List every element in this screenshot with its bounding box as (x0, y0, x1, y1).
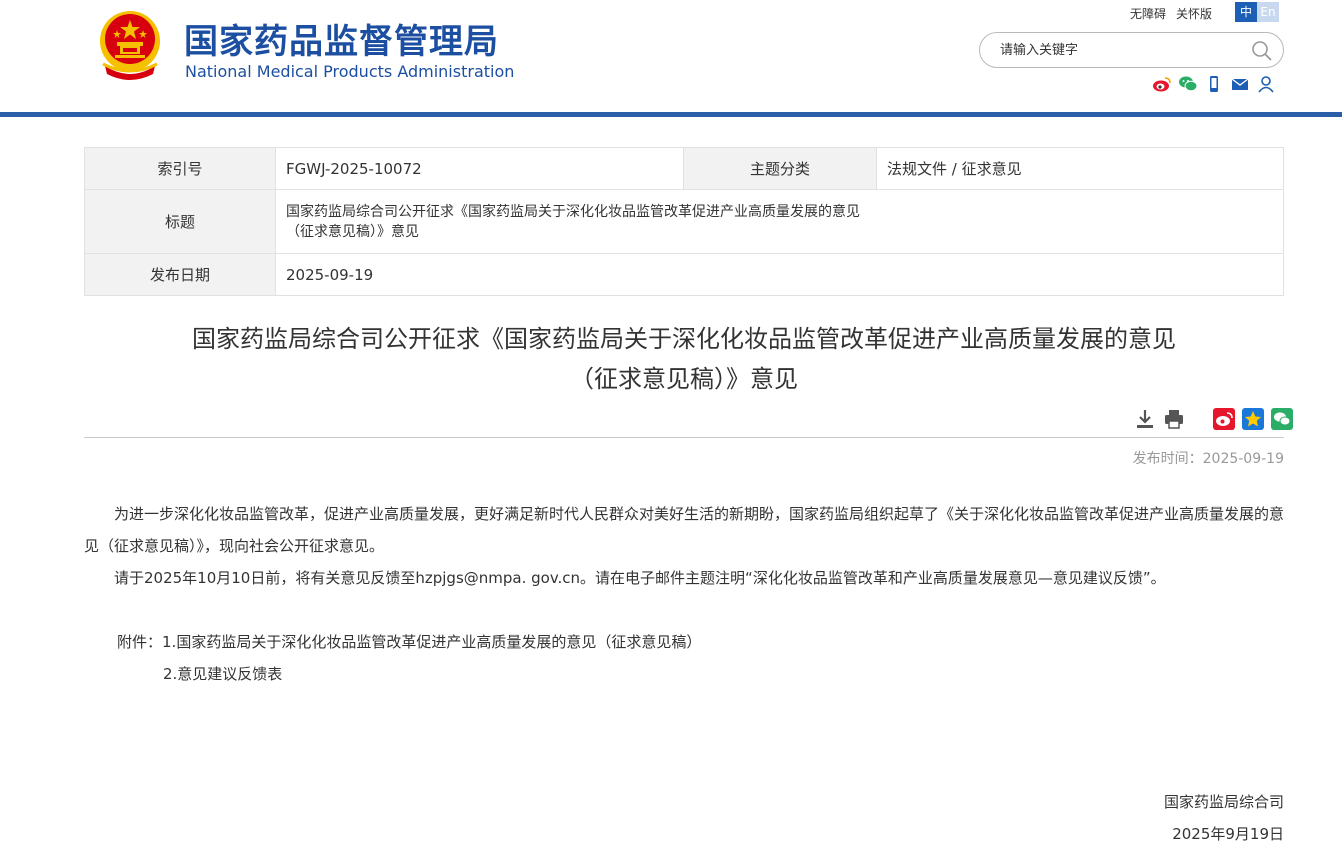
download-icon[interactable] (1134, 408, 1156, 430)
header-divider-bar (0, 112, 1342, 117)
site-header: 国家药品监督管理局 National Medical Products Admi… (0, 0, 1342, 113)
paragraph-2: 请于2025年10月10日前，将有关意见反馈至hzpjgs@nmpa. gov.… (114, 569, 1166, 587)
article-title: 国家药监局综合司公开征求《国家药监局关于深化化妆品监管改革促进产业高质量发展的意… (84, 319, 1284, 399)
title-value-line1: 国家药监局综合司公开征求《国家药监局关于深化化妆品监管改革促进产业高质量发展的意… (286, 203, 860, 220)
accessibility-link[interactable]: 无障碍 (1130, 7, 1166, 21)
signature-date: 2025年9月19日 (1172, 825, 1284, 843)
lang-zh-button[interactable]: 中 (1235, 2, 1257, 22)
publish-time: 发布时间：2025-09-19 (1132, 451, 1284, 467)
lang-en-button[interactable]: En (1257, 2, 1279, 22)
signature: 国家药监局综合司 2025年9月19日 (1164, 786, 1284, 850)
article-tools (1134, 408, 1293, 430)
title-label: 标题 (84, 189, 276, 254)
article-title-line2: （征求意见稿）》意见 (570, 365, 798, 393)
search-input[interactable] (1000, 40, 1240, 60)
weibo-icon[interactable] (1152, 75, 1172, 93)
search-icon[interactable] (1251, 40, 1273, 62)
language-switch: 中 En (1235, 2, 1279, 22)
attachments: 附件：1.国家药监局关于深化化妆品监管改革促进产业高质量发展的意见（征求意见稿）… (117, 626, 701, 690)
mobile-icon[interactable] (1204, 75, 1224, 93)
paragraph-1: 为进一步深化化妆品监管改革，促进产业高质量发展，更好满足新时代人民群众对美好生活… (84, 505, 1285, 555)
site-logo-subtitle[interactable]: National Medical Products Administration (185, 62, 514, 81)
social-links (1152, 75, 1276, 93)
index-value: FGWJ-2025-10072 (275, 147, 684, 190)
search-box (979, 32, 1284, 68)
share-weibo-icon[interactable] (1213, 408, 1235, 430)
attachment-link-2[interactable]: 2.意见建议反馈表 (163, 665, 282, 683)
share-qzone-icon[interactable] (1242, 408, 1264, 430)
article-title-line1: 国家药监局综合司公开征求《国家药监局关于深化化妆品监管改革促进产业高质量发展的意… (192, 325, 1176, 353)
user-icon[interactable] (1256, 75, 1276, 93)
index-label: 索引号 (84, 147, 276, 190)
document-info-table: 索引号 FGWJ-2025-10072 主题分类 法规文件 / 征求意见 标题 … (84, 147, 1284, 296)
title-value-line2: （征求意见稿）》意见 (286, 223, 419, 240)
topic-label: 主题分类 (683, 147, 877, 190)
signature-org: 国家药监局综合司 (1163, 793, 1284, 811)
article-body: 为进一步深化化妆品监管改革，促进产业高质量发展，更好满足新时代人民群众对美好生活… (84, 498, 1284, 594)
date-label: 发布日期 (84, 253, 276, 296)
top-links: 无障碍 关怀版 (1130, 5, 1222, 22)
wechat-icon[interactable] (1178, 75, 1198, 93)
mail-icon[interactable] (1230, 75, 1250, 93)
attachment-link-1[interactable]: 1.国家药监局关于深化化妆品监管改革促进产业高质量发展的意见（征求意见稿） (162, 633, 701, 651)
site-logo-title[interactable]: 国家药品监督管理局 (184, 14, 499, 63)
attachment-prefix: 附件： (117, 633, 163, 651)
national-emblem-icon[interactable] (95, 8, 165, 82)
elder-mode-link[interactable]: 关怀版 (1176, 7, 1212, 21)
topic-value: 法规文件 / 征求意见 (876, 147, 1284, 190)
title-value: 国家药监局综合司公开征求《国家药监局关于深化化妆品监管改革促进产业高质量发展的意… (275, 189, 1284, 254)
print-icon[interactable] (1163, 408, 1185, 430)
article-divider (84, 437, 1284, 438)
date-value: 2025-09-19 (275, 253, 1284, 296)
share-wechat-icon[interactable] (1271, 408, 1293, 430)
